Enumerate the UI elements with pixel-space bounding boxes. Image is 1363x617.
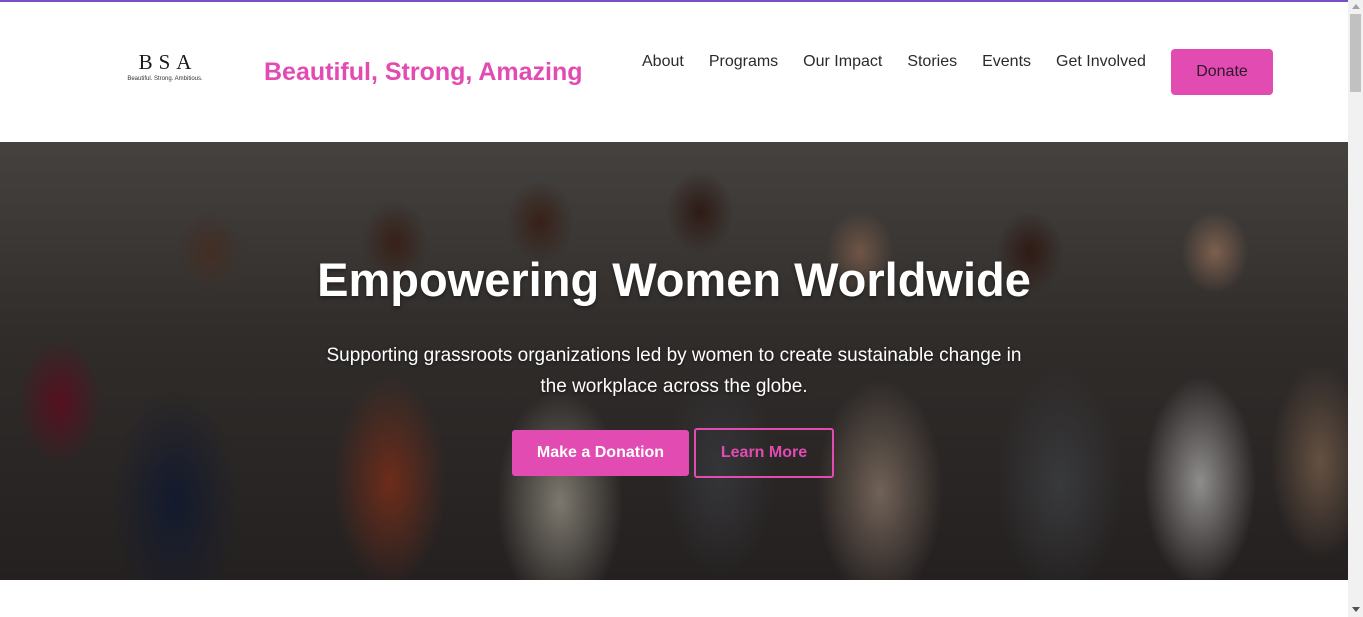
hero-subtitle: Supporting grassroots organizations led … bbox=[326, 345, 1022, 397]
nav-link-programs[interactable]: Programs bbox=[709, 53, 778, 71]
site-header: BSA Beautiful. Strong. Ambitious. Beauti… bbox=[0, 2, 1348, 142]
nav-link-our-impact[interactable]: Our Impact bbox=[803, 53, 882, 71]
scroll-down-arrow-icon[interactable] bbox=[1352, 607, 1360, 612]
nav-link-about[interactable]: About bbox=[642, 53, 684, 71]
page-scrollbar[interactable] bbox=[1348, 0, 1363, 617]
hero-title: Empowering Women Worldwide bbox=[317, 253, 1031, 306]
site-logo[interactable]: BSA Beautiful. Strong. Ambitious. bbox=[120, 50, 210, 92]
learn-more-button[interactable]: Learn More bbox=[694, 428, 834, 478]
nav-link-events[interactable]: Events bbox=[982, 53, 1031, 71]
hero-banner: Empowering Women Worldwide Supporting gr… bbox=[0, 142, 1348, 580]
main-nav: About Programs Our Impact Stories Events… bbox=[642, 53, 1146, 71]
brand-tagline: Beautiful, Strong, Amazing bbox=[264, 58, 583, 86]
nav-link-get-involved[interactable]: Get Involved bbox=[1056, 53, 1146, 71]
scroll-up-arrow-icon[interactable] bbox=[1352, 4, 1360, 9]
hero-background-image: Empowering Women Worldwide Supporting gr… bbox=[0, 142, 1348, 580]
hero-actions: Make a Donation Learn More bbox=[512, 428, 834, 478]
logo-subtext: Beautiful. Strong. Ambitious. bbox=[127, 76, 203, 82]
nav-link-stories[interactable]: Stories bbox=[907, 53, 957, 71]
logo-mark: BSA bbox=[138, 50, 198, 74]
scrollbar-thumb[interactable] bbox=[1350, 14, 1361, 92]
donate-button[interactable]: Donate bbox=[1171, 49, 1273, 95]
make-donation-button[interactable]: Make a Donation bbox=[512, 430, 689, 476]
